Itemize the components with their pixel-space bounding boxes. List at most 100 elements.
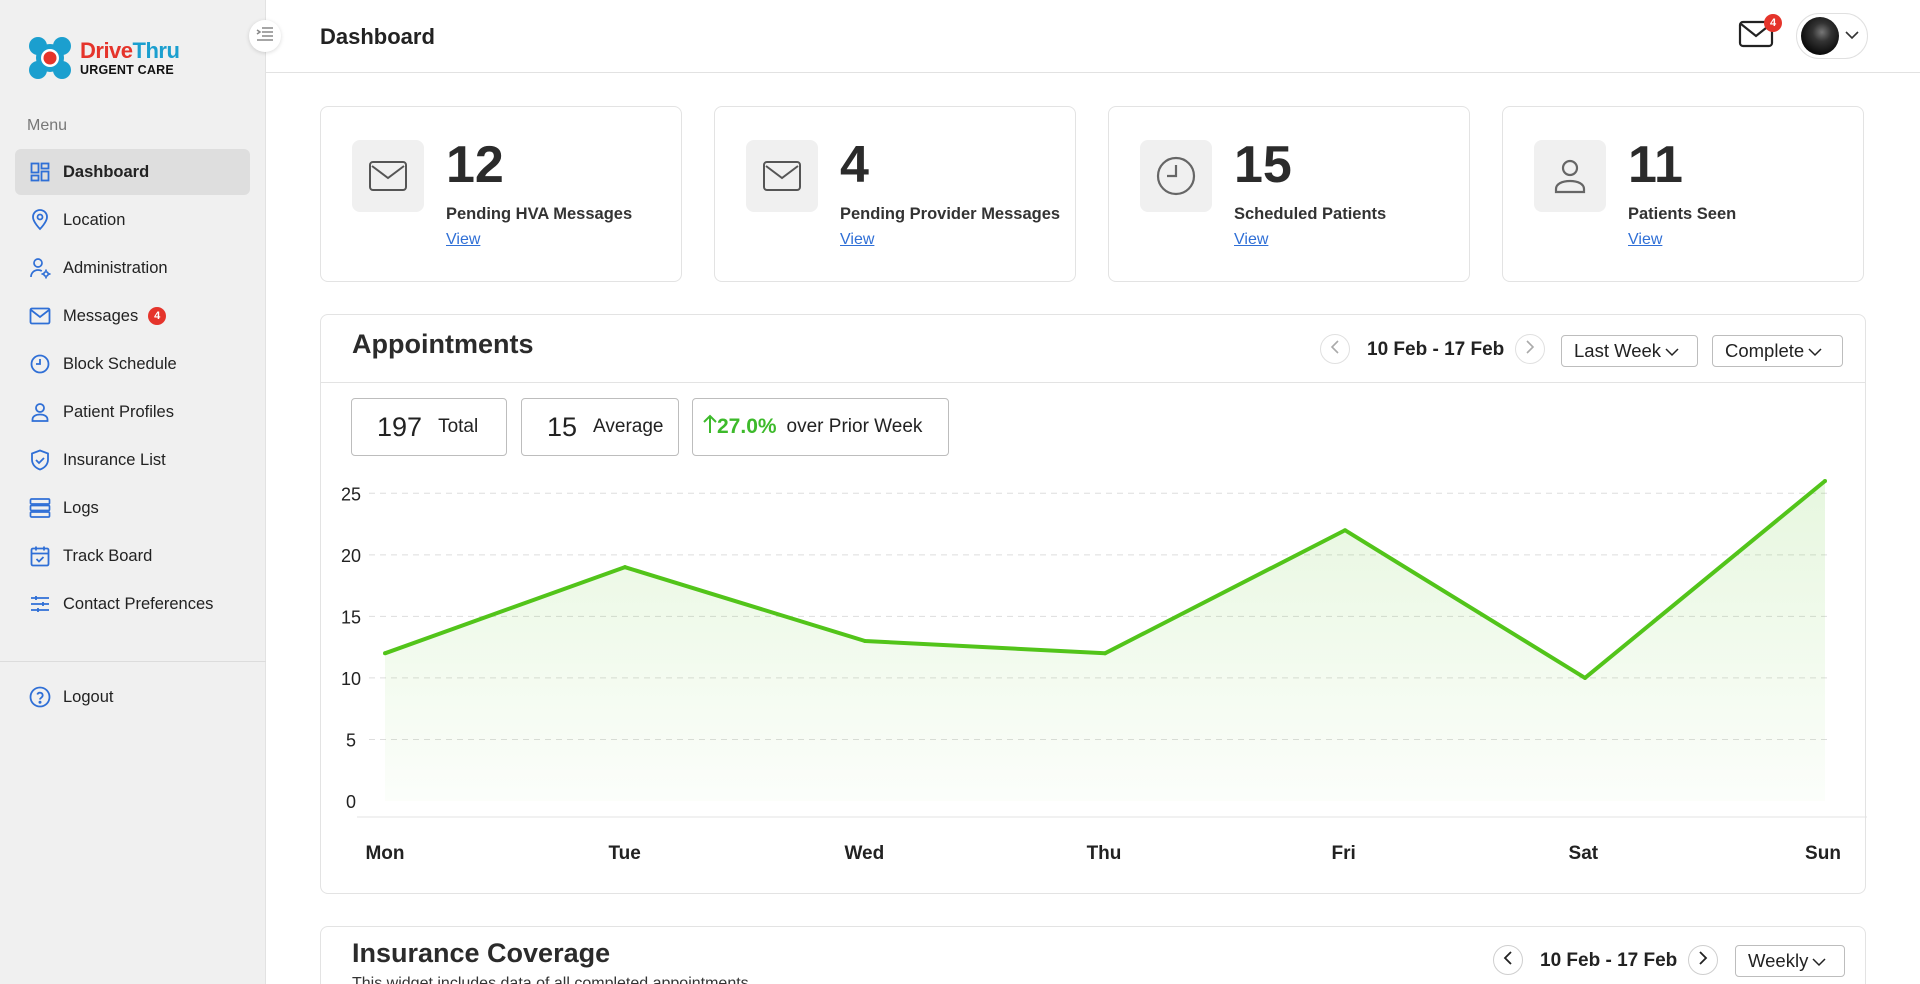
view-link[interactable]: View (1234, 231, 1268, 249)
view-link[interactable]: View (446, 231, 480, 249)
chevron-down-icon (1845, 27, 1859, 45)
data-point (1823, 479, 1827, 483)
x-tick-label: Wed (844, 843, 884, 864)
insurance-subtitle: This widget includes data of all complet… (352, 975, 749, 984)
collapse-menu-icon (256, 26, 274, 47)
stat-value: 4 (840, 136, 869, 194)
location-pin-icon (29, 209, 51, 231)
stat-value: 12 (446, 136, 504, 194)
logout-button[interactable]: Logout (15, 674, 250, 720)
data-point (623, 565, 627, 570)
y-tick-label: 0 (346, 792, 356, 812)
appointments-panel: Appointments 10 Feb - 17 Feb Last Week C… (320, 314, 1867, 894)
sidebar-item-block-schedule[interactable]: Block Schedule (15, 341, 250, 387)
data-point (1103, 651, 1107, 656)
user-menu-button[interactable] (1796, 13, 1868, 59)
stat-value: 11 (1628, 136, 1683, 194)
sidebar-item-label: Insurance List (63, 450, 166, 469)
sidebar-item-label: Track Board (63, 546, 153, 565)
clock-icon (1140, 140, 1212, 212)
insurance-prev-button[interactable] (1493, 945, 1523, 975)
user-gear-icon (29, 257, 51, 279)
mail-icon (29, 305, 51, 327)
brand-name-part1: Drive (80, 37, 133, 63)
logo-mark-icon (26, 34, 74, 82)
y-tick-label: 15 (341, 607, 361, 627)
data-point (1583, 675, 1587, 680)
stat-label: Pending Provider Messages (840, 205, 1061, 223)
server-icon (29, 497, 51, 519)
insurance-title: Insurance Coverage (352, 938, 611, 968)
user-icon (29, 401, 51, 423)
clock-icon (29, 353, 51, 375)
sidebar-item-track-board[interactable]: Track Board (15, 533, 250, 579)
view-link[interactable]: View (1628, 231, 1662, 249)
mail-icon (1738, 20, 1774, 54)
mail-icon (746, 140, 818, 212)
sidebar-item-administration[interactable]: Administration (15, 245, 250, 291)
sidebar: DriveThru URGENT CARE Menu Dashboard Loc… (0, 0, 266, 984)
stat-label: Pending HVA Messages (446, 205, 633, 223)
sidebar-item-label: Patient Profiles (63, 402, 174, 421)
dashboard-icon (29, 161, 51, 183)
sidebar-item-patient-profiles[interactable]: Patient Profiles (15, 389, 250, 435)
brand-logo[interactable]: DriveThru URGENT CARE (26, 34, 180, 82)
insurance-coverage-panel: Insurance Coverage This widget includes … (320, 926, 1866, 984)
stat-value: 15 (1234, 136, 1292, 194)
data-point (863, 639, 867, 643)
sidebar-item-label: Messages (63, 306, 139, 325)
series-area (385, 481, 1825, 801)
inbox-button[interactable]: 4 (1738, 14, 1782, 54)
x-tick-label: Tue (608, 843, 640, 864)
shield-check-icon (29, 449, 51, 471)
x-tick-label: Thu (1087, 843, 1122, 864)
insurance-next-button[interactable] (1688, 945, 1718, 975)
x-tick-label: Fri (1332, 843, 1356, 864)
messages-count-badge: 4 (148, 307, 167, 325)
stat-card-hva-messages: 12 Pending HVA Messages View (320, 106, 682, 282)
calendar-check-icon (29, 545, 51, 567)
sidebar-item-logs[interactable]: Logs (15, 485, 250, 531)
appointments-chart: 0 5 10 15 20 25 Mon Tue Wed Thu Fri Sat Sun (341, 479, 1867, 864)
sidebar-item-location[interactable]: Location (15, 197, 250, 243)
chevron-down-icon (1812, 950, 1826, 972)
chevron-right-icon (1698, 950, 1708, 970)
y-tick-label: 20 (341, 546, 361, 566)
page-title: Dashboard (320, 24, 435, 49)
data-point (383, 651, 387, 656)
brand-tagline: URGENT CARE (80, 62, 174, 77)
avatar (1801, 17, 1839, 55)
sidebar-item-label: Dashboard (63, 162, 150, 181)
insurance-period-select[interactable]: Weekly (1735, 945, 1845, 977)
x-tick-label: Mon (365, 843, 404, 864)
stat-card-provider-messages: 4 Pending Provider Messages View (714, 106, 1076, 282)
menu-title: Menu (27, 117, 68, 134)
sidebar-divider (0, 661, 266, 662)
mail-icon (352, 140, 424, 212)
sidebar-item-messages[interactable]: Messages 4 (15, 293, 250, 339)
sidebar-item-contact-preferences[interactable]: Contact Preferences (15, 581, 250, 627)
stat-label: Patients Seen (1628, 205, 1737, 223)
x-tick-label: Sun (1805, 843, 1841, 864)
chevron-left-icon (1503, 950, 1513, 970)
y-tick-label: 5 (346, 730, 356, 750)
help-circle-icon (29, 686, 51, 708)
data-point (1343, 528, 1347, 533)
y-tick-label: 10 (341, 669, 361, 689)
sidebar-item-insurance-list[interactable]: Insurance List (15, 437, 250, 483)
x-tick-label: Sat (1569, 843, 1599, 864)
logout-label: Logout (63, 687, 114, 706)
stat-card-patients-seen: 11 Patients Seen View (1502, 106, 1864, 282)
stat-card-scheduled-patients: 15 Scheduled Patients View (1108, 106, 1470, 282)
stat-label: Scheduled Patients (1234, 205, 1387, 223)
sidebar-item-label: Administration (63, 258, 168, 277)
sidebar-item-dashboard[interactable]: Dashboard (15, 149, 250, 195)
view-link[interactable]: View (840, 231, 874, 249)
inbox-badge: 4 (1764, 14, 1782, 32)
sidebar-collapse-button[interactable] (249, 20, 281, 52)
sidebar-nav: Dashboard Location Administration Messag… (15, 149, 250, 629)
insurance-date-range: 10 Feb - 17 Feb (1540, 950, 1678, 971)
brand-name-part2: Thru (132, 37, 180, 63)
sidebar-item-label: Block Schedule (63, 354, 177, 373)
y-tick-label: 25 (341, 484, 361, 504)
